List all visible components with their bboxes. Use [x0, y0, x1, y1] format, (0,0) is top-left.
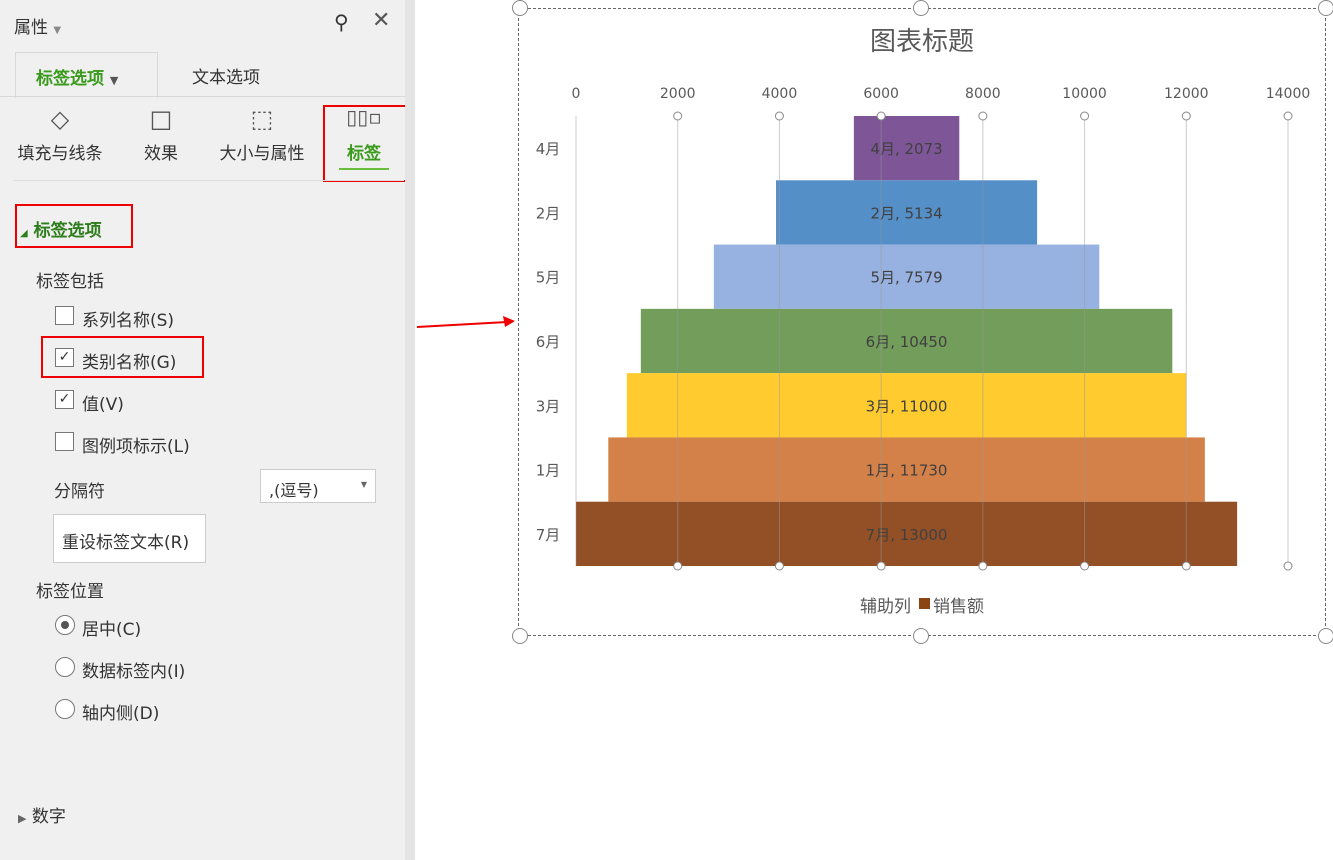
x-tick-label: 14000	[1266, 86, 1311, 102]
data-label: 1月, 11730	[866, 462, 948, 480]
gridline-marker	[673, 561, 683, 571]
x-tick-label: 2000	[660, 86, 696, 102]
category-label: 3月	[536, 397, 561, 415]
gridline-marker	[1181, 111, 1191, 121]
legend-entry: 辅助列	[860, 597, 911, 617]
gridline-marker	[673, 111, 683, 121]
category-label: 7月	[536, 526, 561, 544]
category-label: 1月	[536, 462, 561, 480]
x-tick-label: 6000	[863, 86, 899, 102]
chart-title: 图表标题	[870, 27, 974, 57]
gridline-marker	[1283, 561, 1293, 571]
gridline-marker	[774, 111, 784, 121]
x-tick-label: 8000	[965, 86, 1001, 102]
data-label: 3月, 11000	[866, 397, 948, 415]
category-label: 2月	[536, 204, 561, 222]
x-tick-label: 4000	[762, 86, 798, 102]
x-tick-label: 10000	[1062, 86, 1107, 102]
legend-entry: 销售额	[933, 597, 984, 617]
category-label: 5月	[536, 269, 561, 287]
x-tick-label: 0	[572, 86, 581, 102]
legend-swatch	[919, 598, 930, 609]
category-label: 4月	[536, 140, 561, 158]
category-label: 6月	[536, 333, 561, 351]
x-tick-label: 12000	[1164, 86, 1209, 102]
gridline-marker	[1080, 561, 1090, 571]
chart: 图表标题 4月, 20734月2月, 51342月5月, 75795月6月, 1…	[536, 27, 1311, 617]
gridline-marker	[1080, 111, 1090, 121]
gridline-marker	[1283, 111, 1293, 121]
gridline-marker	[978, 111, 988, 121]
gridline-marker	[1181, 561, 1191, 571]
gridline-marker	[978, 561, 988, 571]
gridline-marker	[876, 561, 886, 571]
data-label: 6月, 10450	[866, 333, 948, 351]
gridline-marker	[774, 561, 784, 571]
data-label: 7月, 13000	[866, 526, 948, 544]
gridline-marker	[876, 111, 886, 121]
